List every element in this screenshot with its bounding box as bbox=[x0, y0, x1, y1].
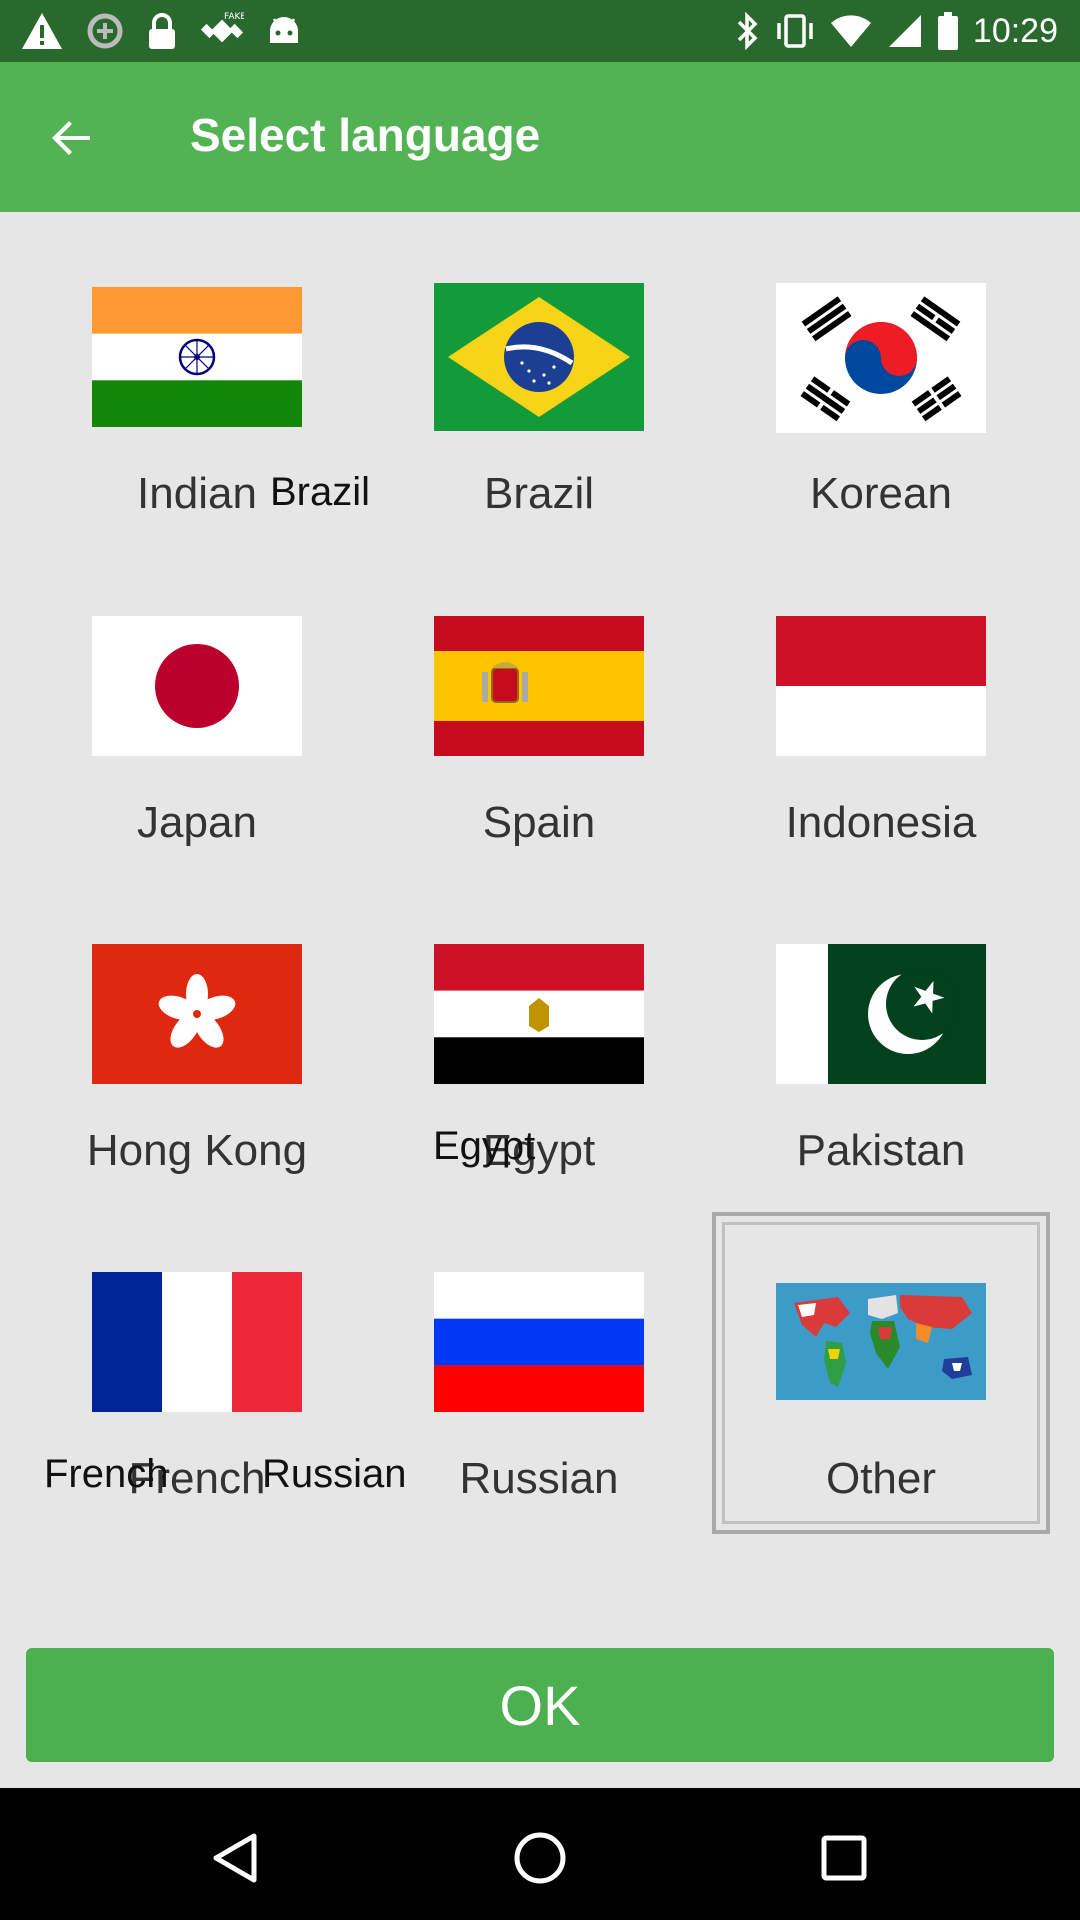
language-option-korean[interactable]: Korean bbox=[746, 283, 1016, 547]
language-option-other[interactable]: Other bbox=[746, 1283, 1016, 1532]
japan-flag-icon bbox=[92, 616, 302, 756]
lock-icon bbox=[149, 13, 175, 49]
page-title: Select language bbox=[190, 109, 541, 161]
overlay-label-french: French bbox=[44, 1452, 169, 1496]
android-icon bbox=[270, 17, 298, 43]
warning-icon bbox=[22, 13, 62, 49]
bluetooth-icon bbox=[737, 11, 758, 51]
language-option-indonesia[interactable]: Indonesia bbox=[746, 616, 1016, 876]
language-label: Korean bbox=[810, 469, 952, 518]
language-label: Other bbox=[825, 1454, 937, 1503]
arrow-back-icon bbox=[52, 121, 90, 155]
language-option-russian[interactable]: Russian bbox=[404, 1272, 674, 1532]
back-button[interactable] bbox=[40, 106, 104, 170]
spain-flag-icon bbox=[434, 616, 644, 756]
language-option-pakistan[interactable]: Pakistan bbox=[746, 944, 1016, 1204]
status-time: 10:29 bbox=[972, 11, 1058, 50]
app-bar: Select language bbox=[0, 62, 1080, 212]
data-saver-icon bbox=[87, 13, 123, 49]
nav-home-button[interactable] bbox=[500, 1818, 580, 1898]
status-left-icons: FAKE bbox=[20, 8, 302, 54]
navigation-bar bbox=[0, 1788, 1080, 1920]
language-option-spain[interactable]: Spain bbox=[404, 616, 674, 876]
language-label: Brazil bbox=[483, 469, 595, 518]
battery-icon bbox=[937, 12, 958, 50]
fake-gps-icon: FAKE bbox=[200, 12, 244, 43]
square-recents-icon bbox=[821, 1835, 867, 1881]
language-option-japan[interactable]: Japan bbox=[62, 616, 332, 876]
russia-flag-icon bbox=[434, 1272, 644, 1412]
world-map-flags-icon bbox=[776, 1283, 986, 1400]
pakistan-flag-icon bbox=[776, 944, 986, 1084]
overlay-label-russian: Russian bbox=[262, 1452, 407, 1496]
circle-home-icon bbox=[514, 1832, 566, 1884]
status-right-icons: 10:29 bbox=[735, 8, 1058, 54]
language-label: Russian bbox=[459, 1454, 619, 1503]
cellular-signal-icon bbox=[888, 15, 921, 47]
india-flag-icon bbox=[92, 287, 302, 427]
egypt-flag-icon bbox=[434, 944, 644, 1084]
ok-button[interactable]: OK bbox=[26, 1648, 1054, 1762]
triangle-back-icon bbox=[213, 1833, 257, 1883]
svg-text:FAKE: FAKE bbox=[224, 12, 244, 22]
overlay-label-egypt: Egypt bbox=[433, 1124, 536, 1168]
language-label: Pakistan bbox=[796, 1126, 966, 1175]
language-option-brazil[interactable]: Brazil bbox=[404, 283, 674, 547]
language-label: Hong Kong bbox=[86, 1126, 308, 1175]
wifi-icon bbox=[830, 15, 871, 47]
language-label: Indonesia bbox=[785, 798, 977, 847]
status-bar: FAKE 10:29 bbox=[0, 0, 1080, 62]
south-korea-flag-icon bbox=[776, 283, 986, 433]
indonesia-flag-icon bbox=[776, 616, 986, 756]
overlay-label-brazil: Brazil bbox=[270, 470, 371, 514]
brazil-flag-icon bbox=[434, 283, 644, 431]
france-flag-icon bbox=[92, 1272, 302, 1412]
hong-kong-flag-icon bbox=[92, 944, 302, 1084]
vibrate-icon bbox=[777, 14, 813, 48]
nav-back-button[interactable] bbox=[196, 1818, 276, 1898]
nav-recents-button[interactable] bbox=[804, 1818, 884, 1898]
language-option-hong-kong[interactable]: Hong Kong bbox=[62, 944, 332, 1204]
language-label: Spain bbox=[482, 798, 596, 847]
language-label: Japan bbox=[137, 798, 257, 847]
